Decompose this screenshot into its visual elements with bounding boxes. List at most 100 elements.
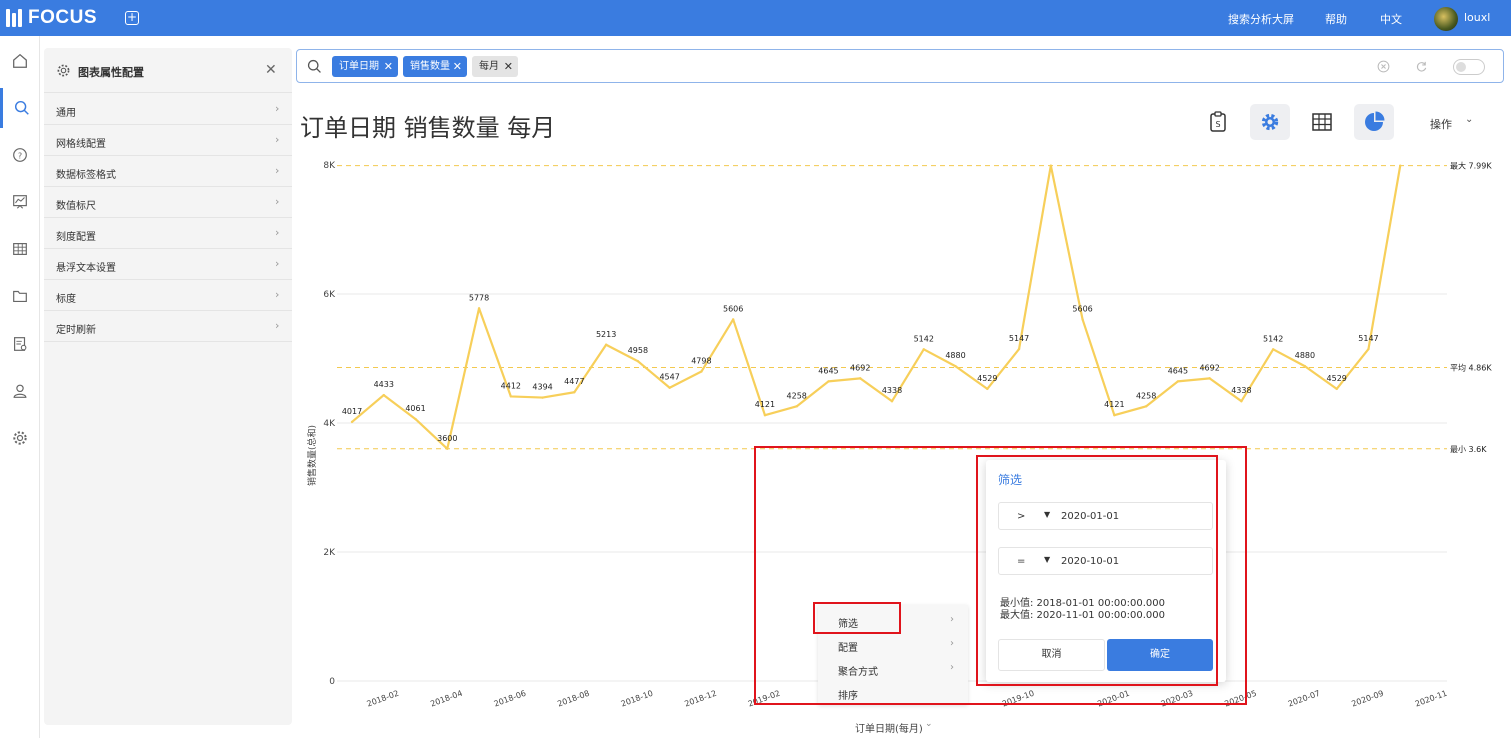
menu-item-filter[interactable]: 筛选 ›: [818, 609, 968, 633]
chevron-right-icon: ›: [950, 638, 954, 649]
rail-report-settings[interactable]: [0, 324, 40, 364]
chevron-right-icon: ›: [950, 662, 954, 673]
avatar[interactable]: [1434, 7, 1458, 31]
caret-down-icon[interactable]: ▼: [1044, 510, 1050, 519]
chevron-right-icon: ›: [275, 133, 280, 146]
user-icon: [13, 384, 27, 398]
menu-item-label: 聚合方式: [838, 667, 878, 678]
nav-help[interactable]: 帮助: [1325, 11, 1347, 27]
operation-menu-label[interactable]: 操作: [1430, 116, 1452, 132]
config-item-tooltip-text[interactable]: 悬浮文本设置 ›: [44, 249, 292, 280]
data-point: [922, 348, 925, 351]
date-value-input[interactable]: 2020-01-01: [1061, 511, 1119, 522]
data-point: [1017, 347, 1021, 351]
config-item-general[interactable]: 通用 ›: [44, 94, 292, 125]
rail-settings[interactable]: [0, 418, 40, 458]
date-value-input[interactable]: 2020-10-01: [1061, 556, 1119, 567]
chevron-right-icon: ›: [275, 102, 280, 115]
data-label: 4017: [342, 407, 362, 416]
chart-type-button[interactable]: [1354, 104, 1394, 140]
rail-home[interactable]: [0, 41, 40, 81]
table-view-button[interactable]: [1302, 104, 1342, 140]
data-point: [986, 387, 989, 391]
filter-popup: 筛选 > ▼ 2020-01-01 = ▼ 2020-10-01 最小值: 20…: [986, 460, 1226, 682]
close-icon[interactable]: ✕: [384, 56, 393, 77]
add-tab-button[interactable]: +: [125, 11, 139, 25]
rail-search[interactable]: [0, 88, 40, 128]
data-label: 5142: [914, 334, 934, 343]
chevron-right-icon: ›: [275, 319, 280, 332]
config-item-data-label-format[interactable]: 数据标签格式 ›: [44, 156, 292, 187]
username[interactable]: louxl: [1464, 11, 1490, 24]
operator-select[interactable]: =: [1017, 556, 1025, 567]
chip-label: 订单日期: [339, 61, 379, 72]
clipboard-button[interactable]: S: [1198, 104, 1238, 140]
search-chip-order-date[interactable]: 订单日期 ✕: [332, 56, 398, 77]
operator-select[interactable]: >: [1017, 511, 1025, 522]
clipboard-icon: S: [1210, 111, 1226, 132]
focus-logo[interactable]: FOCUS: [6, 7, 97, 29]
filter-condition-2[interactable]: = ▼ 2020-10-01: [998, 547, 1213, 575]
data-label: 4547: [659, 373, 679, 382]
rail-user[interactable]: [0, 371, 40, 411]
home-icon: [13, 53, 27, 68]
caret-down-icon[interactable]: ▼: [1044, 555, 1050, 564]
nav-language[interactable]: 中文: [1380, 11, 1402, 27]
confirm-button[interactable]: 确定: [1107, 639, 1213, 671]
chevron-down-icon[interactable]: ⌄: [925, 719, 933, 729]
data-label: 4412: [501, 381, 521, 390]
settings-button[interactable]: [1250, 104, 1290, 140]
config-item-tick-config[interactable]: 刻度配置 ›: [44, 218, 292, 249]
y-tick-label: 4K: [323, 419, 336, 429]
x-tick-label: 2018-02: [366, 689, 400, 709]
close-icon[interactable]: ✕: [265, 62, 277, 78]
help-icon: ?: [13, 148, 27, 162]
config-item-label: 通用: [56, 108, 76, 119]
config-item-scale[interactable]: 标度 ›: [44, 280, 292, 311]
config-item-gridlines[interactable]: 网格线配置 ›: [44, 125, 292, 156]
data-point: [1335, 387, 1338, 391]
data-point: [763, 413, 767, 417]
search-icon[interactable]: [306, 58, 323, 75]
clear-icon[interactable]: [1377, 60, 1390, 73]
menu-item-label: 配置: [838, 643, 858, 654]
x-tick-label: 2020-03: [1160, 689, 1194, 709]
chevron-down-icon[interactable]: ⌄: [1465, 114, 1473, 125]
close-icon[interactable]: ✕: [453, 56, 462, 77]
rail-table[interactable]: [0, 229, 40, 269]
data-label: 5606: [1072, 304, 1092, 313]
y-tick-label: 6K: [323, 290, 336, 300]
search-chip-sales-qty[interactable]: 销售数量 ✕: [403, 56, 467, 77]
rail-folder[interactable]: [0, 276, 40, 316]
x-axis-label[interactable]: 订单日期(每月): [855, 720, 923, 735]
rail-help[interactable]: ?: [0, 135, 40, 175]
toggle-switch[interactable]: [1453, 59, 1485, 75]
data-label: 5213: [596, 330, 616, 339]
x-tick-label: 2018-06: [493, 689, 527, 709]
data-label: 4692: [850, 363, 870, 372]
logo-text: FOCUS: [28, 7, 97, 28]
search-bar[interactable]: 订单日期 ✕ 销售数量 ✕ 每月 ✕: [296, 49, 1504, 83]
refresh-icon[interactable]: [1415, 60, 1428, 73]
data-label: 4258: [1136, 391, 1156, 400]
data-label: 4880: [945, 351, 965, 360]
chart-title: 订单日期 销售数量 每月: [300, 114, 556, 142]
chevron-right-icon: ›: [950, 614, 954, 625]
data-label: 4529: [1327, 374, 1347, 383]
config-item-value-ruler[interactable]: 数值标尺 ›: [44, 187, 292, 218]
config-item-label: 数据标签格式: [56, 170, 116, 181]
data-point: [731, 318, 735, 321]
data-point: [1144, 405, 1148, 408]
menu-item-sort[interactable]: 排序: [818, 681, 968, 705]
menu-item-config[interactable]: 配置 ›: [818, 633, 968, 657]
nav-search-dashboard[interactable]: 搜索分析大屏: [1228, 11, 1294, 27]
filter-condition-1[interactable]: > ▼ 2020-01-01: [998, 502, 1213, 530]
config-item-auto-refresh[interactable]: 定时刷新 ›: [44, 311, 292, 342]
search-chip-monthly[interactable]: 每月 ✕: [472, 56, 518, 77]
reference-line-label: 最小 3.6K: [1450, 445, 1487, 454]
menu-item-aggregation[interactable]: 聚合方式 ›: [818, 657, 968, 681]
rail-chart-board[interactable]: [0, 182, 40, 222]
menu-item-label: 筛选: [838, 619, 858, 630]
cancel-button[interactable]: 取消: [998, 639, 1105, 671]
close-icon[interactable]: ✕: [504, 56, 513, 77]
